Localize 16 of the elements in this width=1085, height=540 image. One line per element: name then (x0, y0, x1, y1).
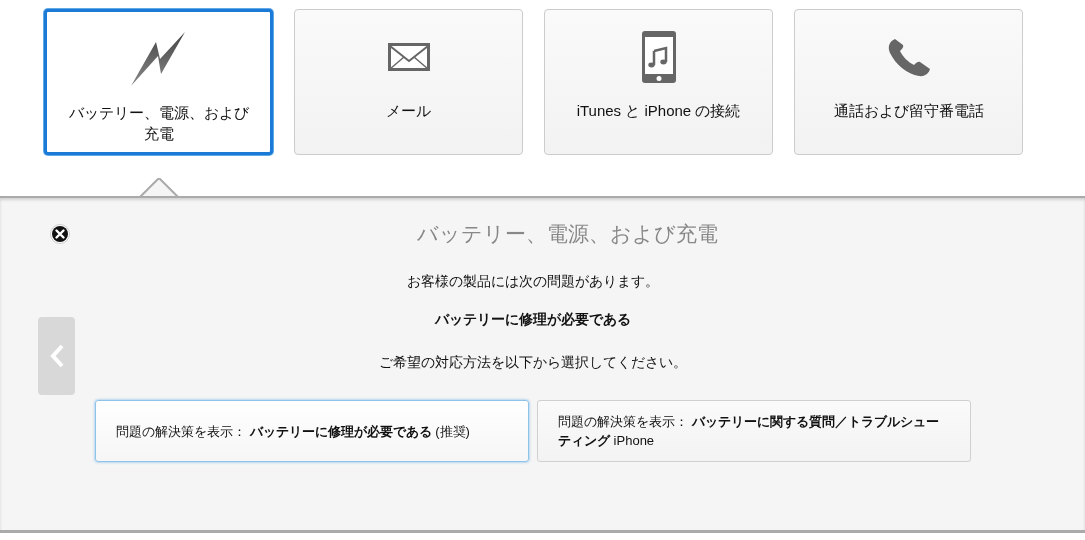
chevron-left-icon (49, 344, 64, 368)
intro-text: お客様の製品には次の問題があります。 (407, 272, 659, 291)
close-icon[interactable] (50, 224, 70, 244)
panel-title: バッテリー、電源、および充電 (417, 221, 718, 247)
envelope-icon (387, 43, 430, 71)
solution-option[interactable]: 問題の解決策を表示： バッテリーに修理が必要である (推奨) (95, 400, 529, 462)
lightning-icon (130, 32, 187, 86)
category-tile[interactable]: バッテリー、電源、および充電 (44, 9, 273, 155)
category-tile[interactable]: iTunes と iPhone の接続 (544, 9, 773, 155)
category-tile[interactable]: 通話および留守番電話 (794, 9, 1023, 155)
phone-icon (886, 37, 931, 77)
category-tile[interactable]: メール (294, 9, 523, 155)
issue-text: バッテリーに修理が必要である (435, 310, 631, 329)
solution-option[interactable]: 問題の解決策を表示： バッテリーに関する質問／トラブルシューティング iPhone (537, 400, 971, 462)
prompt-text: ご希望の対応方法を以下から選択してください。 (379, 353, 687, 372)
phone-music-icon (641, 31, 676, 83)
